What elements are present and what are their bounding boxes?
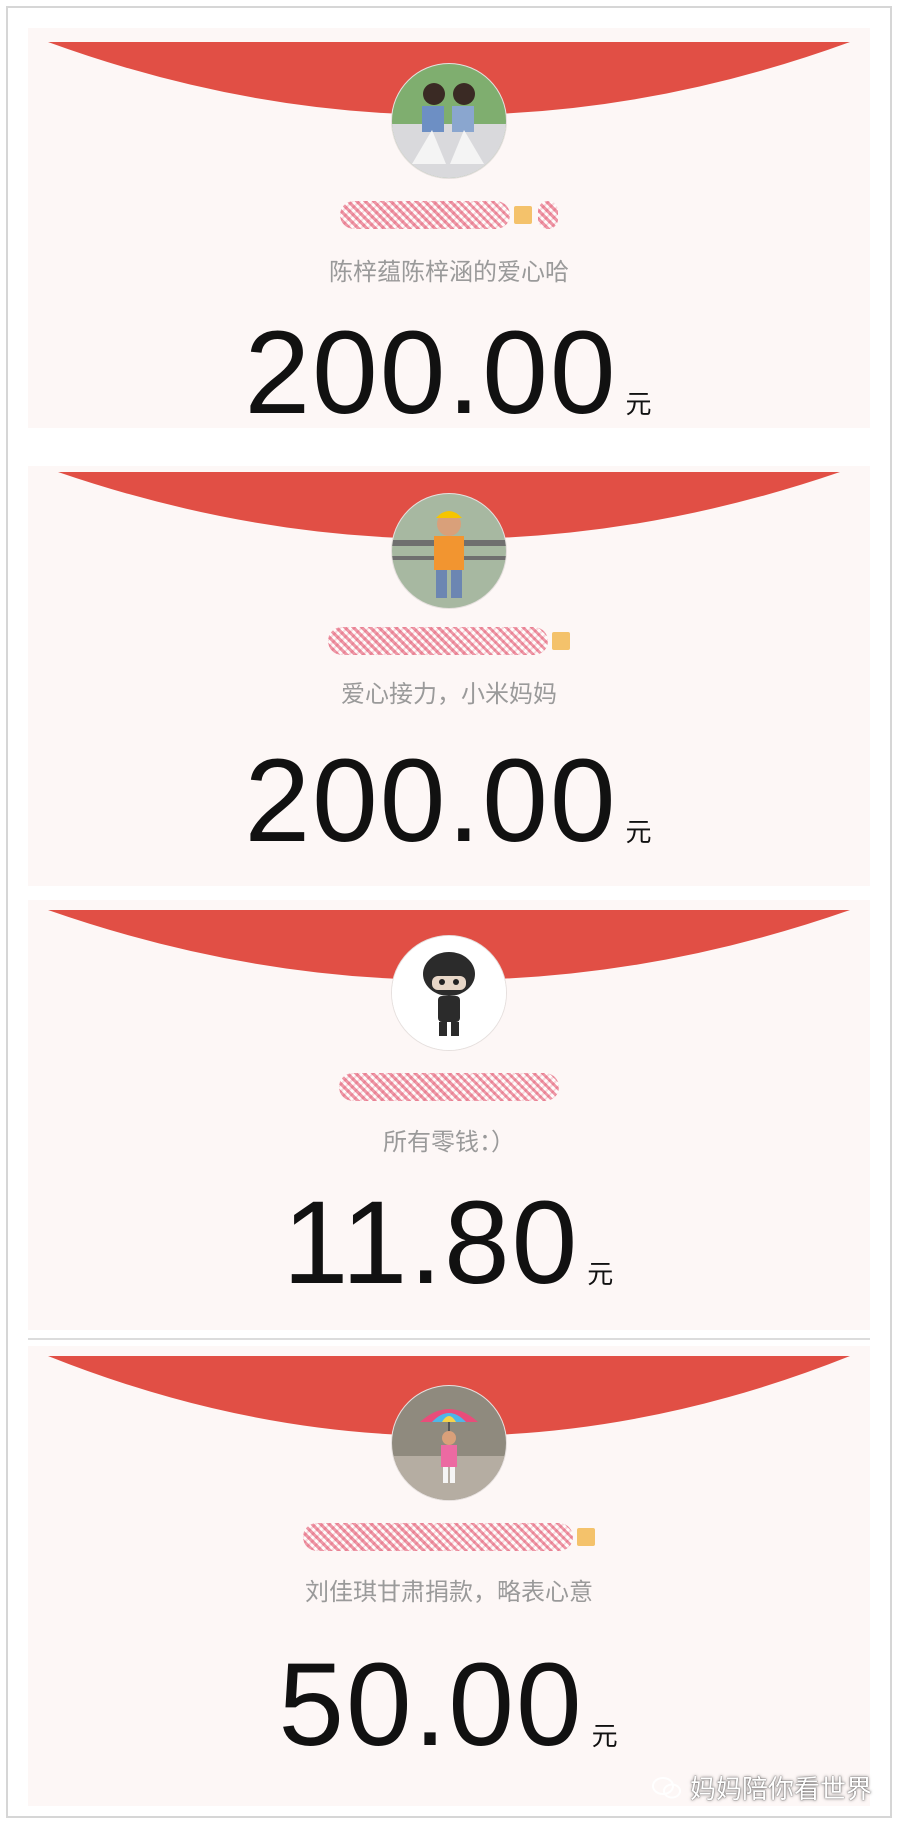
red-envelope-card-1: 陈梓蕴陈梓涵的爱心哈 200.00 元 <box>28 28 870 428</box>
redacted-text <box>538 201 558 229</box>
card-divider <box>28 1338 870 1340</box>
avatar <box>392 494 506 608</box>
avatar <box>392 1386 506 1500</box>
amount-value: 200.00 <box>244 735 618 867</box>
avatar <box>392 64 506 178</box>
amount-value: 50.00 <box>278 1639 584 1771</box>
sender-name-redacted <box>28 1522 870 1551</box>
sender-tag-icon <box>514 206 532 224</box>
sender-name-redacted <box>28 626 870 655</box>
greeting-text: 刘佳琪甘肃捐款，略表心意 <box>305 1578 593 1606</box>
watermark-text: 妈妈陪你看世界 <box>689 1775 872 1805</box>
wechat-icon <box>651 1776 681 1798</box>
redacted-text <box>339 1073 559 1101</box>
amount-unit: 元 <box>591 1722 620 1752</box>
red-envelope-card-3: 所有零钱：） 11.80 元 <box>28 900 870 1330</box>
sender-tag-icon <box>577 1528 595 1546</box>
amount-unit: 元 <box>587 1260 616 1290</box>
cartoon-helmet-figure-icon <box>392 936 506 1050</box>
redacted-text <box>303 1523 573 1551</box>
amount: 200.00 元 <box>28 742 870 860</box>
redacted-text <box>328 627 548 655</box>
greeting-text: 所有零钱：） <box>383 1128 515 1156</box>
greeting-text: 陈梓蕴陈梓涵的爱心哈 <box>329 258 569 286</box>
red-envelope-card-4: 刘佳琪甘肃捐款，略表心意 50.00 元 <box>28 1346 870 1806</box>
amount-unit: 元 <box>625 390 654 420</box>
twin-children-photo-icon <box>392 64 506 178</box>
amount: 200.00 元 <box>28 314 870 428</box>
red-envelope-card-2: 爱心接力，小米妈妈 200.00 元 <box>28 466 870 886</box>
boy-yellow-cap-photo-icon <box>392 494 506 608</box>
amount-value: 11.80 <box>282 1177 580 1309</box>
amount: 11.80 元 <box>28 1184 870 1302</box>
watermark: 妈妈陪你看世界 <box>651 1769 872 1806</box>
sender-tag-icon <box>552 632 570 650</box>
sender-name-redacted <box>28 200 870 229</box>
redacted-text <box>340 201 510 229</box>
amount-unit: 元 <box>625 818 654 848</box>
girl-rainbow-umbrella-photo-icon <box>392 1386 506 1500</box>
amount-value: 200.00 <box>244 307 618 428</box>
greeting-text: 爱心接力，小米妈妈 <box>341 680 557 708</box>
amount: 50.00 元 <box>28 1646 870 1764</box>
avatar <box>392 936 506 1050</box>
sender-name-redacted <box>28 1072 870 1101</box>
